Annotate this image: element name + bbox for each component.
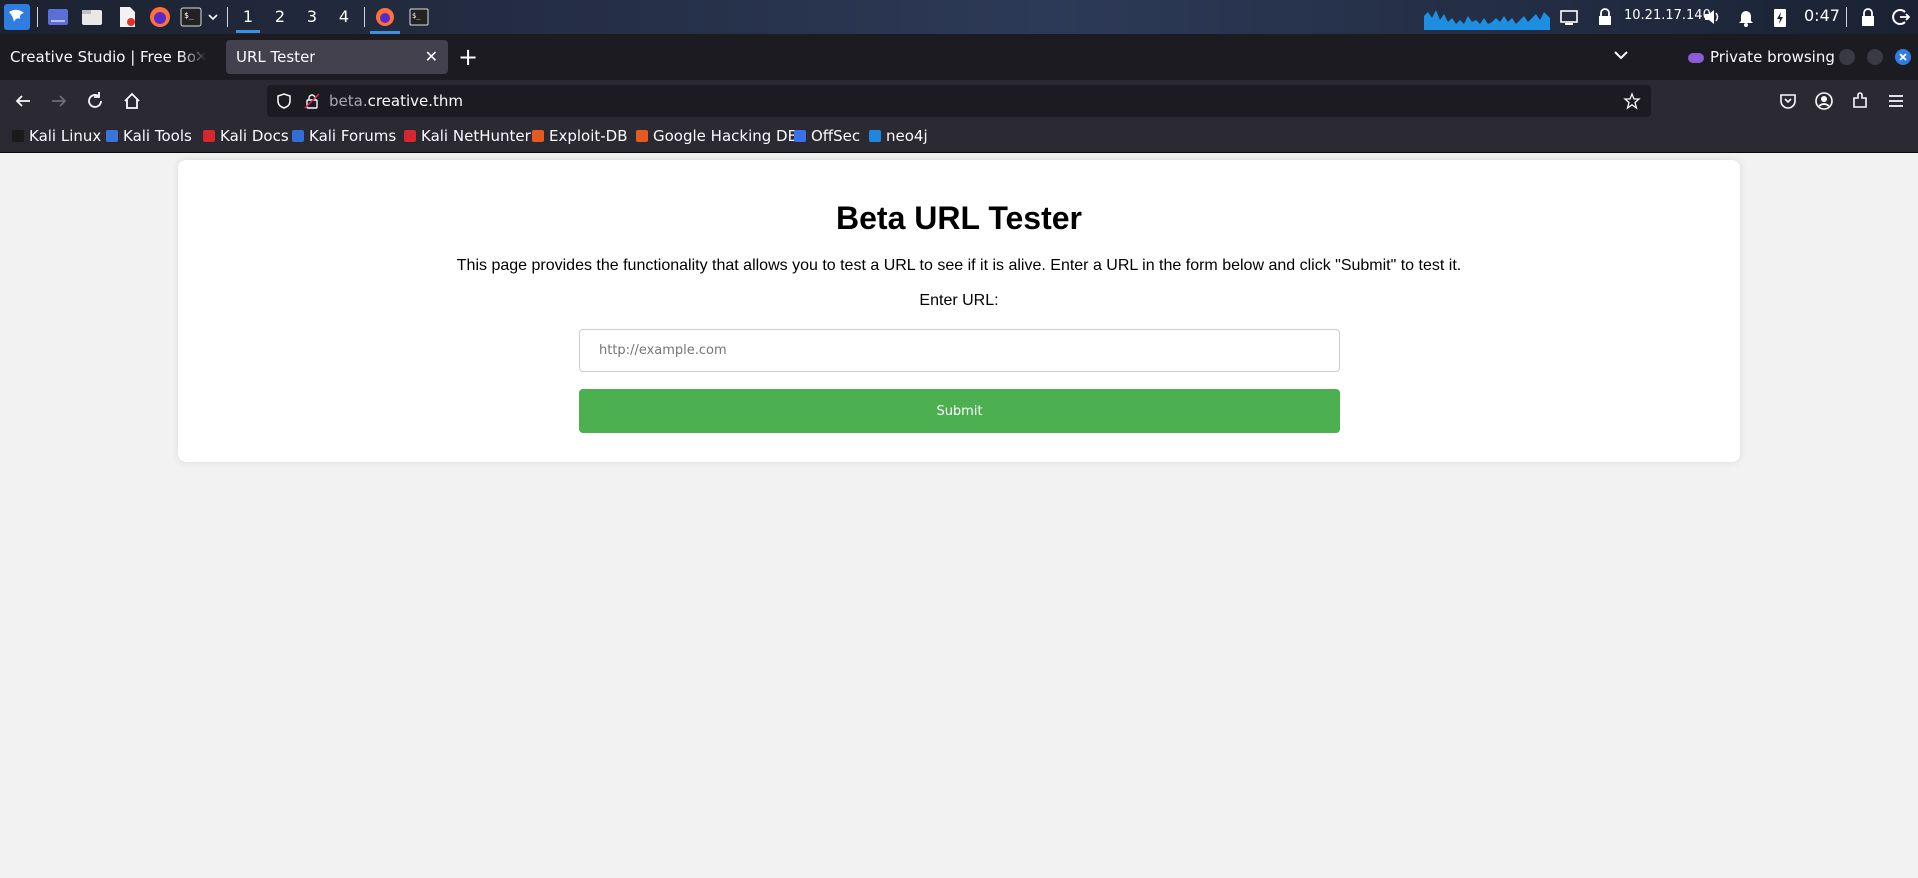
workspace-1[interactable]: 1 (234, 5, 262, 33)
workspace-2[interactable]: 2 (266, 5, 294, 29)
bookmark-label: Kali Forums (309, 127, 397, 145)
bookmark-label: Kali Linux (29, 127, 102, 145)
bookmark-label: Kali Tools (123, 127, 192, 145)
show-desktop-icon[interactable] (47, 6, 69, 28)
svg-text:$_: $_ (412, 12, 421, 20)
file-manager-icon[interactable] (81, 6, 103, 28)
bookmark-label: Kali NetHunter (421, 127, 531, 145)
notification-bell-icon[interactable] (1737, 6, 1755, 28)
url-input[interactable] (579, 329, 1340, 372)
taskbar-separator (227, 7, 228, 27)
private-browsing-indicator: Private browsing (1688, 48, 1835, 66)
battery-charging-icon (1772, 6, 1788, 28)
kali-menu-icon[interactable] (4, 4, 30, 30)
url-text[interactable]: beta.creative.thm (329, 85, 463, 117)
kali-nethunter-favicon (404, 130, 416, 142)
clock[interactable]: 0:47 (1804, 6, 1840, 25)
terminal-launcher-icon[interactable]: $_ (180, 6, 202, 28)
google-hacking-db-favicon (636, 130, 648, 142)
lock-screen-icon[interactable] (1859, 6, 1877, 28)
bookmark-kali-docs[interactable]: Kali Docs (203, 126, 289, 146)
ip-address-label: 10.21.17.140 (1624, 8, 1711, 23)
exploit-db-favicon (532, 130, 544, 142)
address-bar[interactable]: beta.creative.thm (267, 85, 1651, 117)
bookmark-google-hacking-db[interactable]: Google Hacking DB (636, 126, 798, 146)
bookmark-offsec[interactable]: OffSec (794, 126, 860, 146)
pocket-icon[interactable] (1777, 90, 1799, 112)
submit-button[interactable]: Submit (579, 389, 1340, 433)
tracking-protection-shield-icon[interactable] (275, 92, 293, 114)
volume-icon[interactable] (1703, 6, 1723, 28)
bookmark-kali-linux[interactable]: Kali Linux (12, 126, 101, 146)
list-all-tabs-icon[interactable] (1610, 48, 1632, 68)
account-icon[interactable] (1813, 90, 1835, 112)
vpn-lock-icon[interactable] (1596, 6, 1614, 28)
page-title: Beta URL Tester (836, 200, 1082, 236)
private-browsing-label: Private browsing (1710, 48, 1835, 66)
window-button-firefox[interactable] (370, 4, 400, 34)
insecure-lock-icon[interactable] (303, 92, 321, 114)
bookmark-kali-forums[interactable]: Kali Forums (292, 126, 396, 146)
workspace-4[interactable]: 4 (330, 5, 358, 29)
maximize-window-button[interactable] (1867, 49, 1883, 65)
url-subdomain: beta. (329, 92, 368, 110)
tab-title: Creative Studio | Free Bootstrap (10, 48, 195, 66)
bookmark-label: Exploit-DB (549, 127, 628, 145)
taskbar-separator (37, 7, 38, 27)
bookmark-label: OffSec (811, 127, 861, 145)
new-tab-button[interactable]: + (458, 42, 478, 72)
kali-linux-favicon (12, 130, 24, 142)
private-mask-icon (1688, 52, 1704, 63)
tab-url-tester[interactable]: URL Tester ✕ (226, 40, 448, 74)
logout-icon[interactable] (1890, 6, 1911, 28)
back-arrow-icon[interactable] (12, 90, 34, 112)
kali-tools-favicon (106, 130, 118, 142)
forward-arrow-icon[interactable] (48, 90, 70, 112)
cpu-graph-icon (1424, 10, 1550, 30)
url-domain: creative.thm (367, 92, 464, 110)
chevron-down-icon[interactable] (206, 6, 220, 28)
bookmark-label: Google Hacking DB (653, 127, 798, 145)
tab-title-fade (180, 40, 206, 74)
close-tab-icon[interactable]: ✕ (425, 40, 438, 74)
bookmark-kali-nethunter[interactable]: Kali NetHunter (404, 126, 531, 146)
reload-icon[interactable] (84, 90, 106, 112)
home-icon[interactable] (121, 90, 143, 112)
minimize-window-button[interactable] (1839, 49, 1855, 65)
window-button-terminal[interactable]: $_ (404, 4, 434, 30)
page-description: This page provides the functionality tha… (456, 257, 1462, 274)
url-field-label: Enter URL: (919, 292, 999, 309)
workspace-3[interactable]: 3 (298, 5, 326, 29)
bookmark-exploit-db[interactable]: Exploit-DB (532, 126, 628, 146)
kali-docs-favicon (203, 130, 215, 142)
offsec-favicon (794, 130, 806, 142)
extensions-icon[interactable] (1849, 90, 1871, 112)
bookmark-label: Kali Docs (220, 127, 289, 145)
text-editor-icon[interactable] (116, 6, 138, 28)
taskbar-separator (1846, 7, 1847, 27)
kali-forums-favicon (292, 130, 304, 142)
bookmark-kali-tools[interactable]: Kali Tools (106, 126, 192, 146)
bookmark-neo4j[interactable]: neo4j (869, 126, 928, 146)
firefox-launcher-icon[interactable] (149, 6, 171, 28)
system-taskbar: $_ 1 2 3 4 $_ 10.21.17.140 0:47 (0, 0, 1918, 34)
neo4j-favicon (869, 130, 881, 142)
bookmark-label: neo4j (886, 127, 928, 145)
display-icon[interactable] (1560, 6, 1578, 28)
close-window-button[interactable] (1895, 49, 1911, 65)
taskbar-separator (364, 7, 365, 27)
url-tester-card: Beta URL Tester This page provides the f… (178, 160, 1740, 462)
hamburger-menu-icon[interactable] (1885, 90, 1907, 112)
bookmark-star-icon[interactable] (1623, 92, 1641, 114)
tab-title: URL Tester (236, 48, 316, 66)
svg-text:$_: $_ (184, 11, 194, 20)
